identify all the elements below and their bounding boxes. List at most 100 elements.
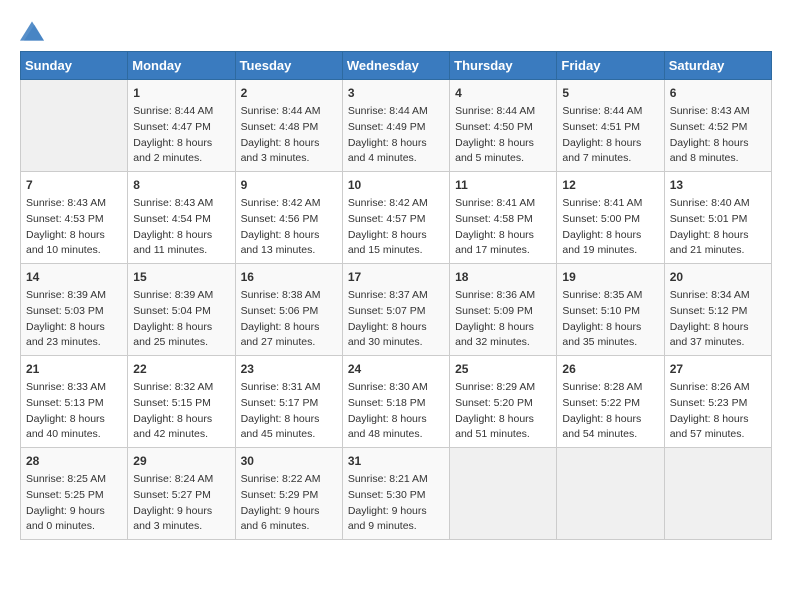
day-cell: 2 Sunrise: 8:44 AM Sunset: 4:48 PM Dayli… [235,80,342,172]
day-number: 12 [562,176,658,194]
day-info: Sunrise: 8:36 AM Sunset: 5:09 PM Dayligh… [455,288,551,351]
day-info: Sunrise: 8:37 AM Sunset: 5:07 PM Dayligh… [348,288,444,351]
day-info: Sunrise: 8:42 AM Sunset: 4:56 PM Dayligh… [241,196,337,259]
day-cell: 18 Sunrise: 8:36 AM Sunset: 5:09 PM Dayl… [450,264,557,356]
day-cell [21,80,128,172]
day-cell: 27 Sunrise: 8:26 AM Sunset: 5:23 PM Dayl… [664,356,771,448]
day-cell: 26 Sunrise: 8:28 AM Sunset: 5:22 PM Dayl… [557,356,664,448]
day-info: Sunrise: 8:42 AM Sunset: 4:57 PM Dayligh… [348,196,444,259]
day-cell: 28 Sunrise: 8:25 AM Sunset: 5:25 PM Dayl… [21,448,128,540]
week-row-4: 28 Sunrise: 8:25 AM Sunset: 5:25 PM Dayl… [21,448,772,540]
day-number: 21 [26,360,122,378]
day-number: 8 [133,176,229,194]
logo-icon [20,21,44,41]
day-cell: 24 Sunrise: 8:30 AM Sunset: 5:18 PM Dayl… [342,356,449,448]
week-row-3: 21 Sunrise: 8:33 AM Sunset: 5:13 PM Dayl… [21,356,772,448]
day-info: Sunrise: 8:44 AM Sunset: 4:49 PM Dayligh… [348,104,444,167]
day-info: Sunrise: 8:21 AM Sunset: 5:30 PM Dayligh… [348,472,444,535]
day-info: Sunrise: 8:25 AM Sunset: 5:25 PM Dayligh… [26,472,122,535]
day-number: 19 [562,268,658,286]
day-cell: 10 Sunrise: 8:42 AM Sunset: 4:57 PM Dayl… [342,172,449,264]
day-cell: 22 Sunrise: 8:32 AM Sunset: 5:15 PM Dayl… [128,356,235,448]
day-cell: 15 Sunrise: 8:39 AM Sunset: 5:04 PM Dayl… [128,264,235,356]
day-number: 7 [26,176,122,194]
day-info: Sunrise: 8:35 AM Sunset: 5:10 PM Dayligh… [562,288,658,351]
day-info: Sunrise: 8:31 AM Sunset: 5:17 PM Dayligh… [241,380,337,443]
day-cell: 12 Sunrise: 8:41 AM Sunset: 5:00 PM Dayl… [557,172,664,264]
day-info: Sunrise: 8:40 AM Sunset: 5:01 PM Dayligh… [670,196,766,259]
day-cell: 29 Sunrise: 8:24 AM Sunset: 5:27 PM Dayl… [128,448,235,540]
day-info: Sunrise: 8:43 AM Sunset: 4:54 PM Dayligh… [133,196,229,259]
day-number: 22 [133,360,229,378]
day-number: 4 [455,84,551,102]
day-cell: 16 Sunrise: 8:38 AM Sunset: 5:06 PM Dayl… [235,264,342,356]
week-row-1: 7 Sunrise: 8:43 AM Sunset: 4:53 PM Dayli… [21,172,772,264]
header-wednesday: Wednesday [342,52,449,80]
day-number: 3 [348,84,444,102]
day-info: Sunrise: 8:43 AM Sunset: 4:53 PM Dayligh… [26,196,122,259]
day-cell: 14 Sunrise: 8:39 AM Sunset: 5:03 PM Dayl… [21,264,128,356]
day-cell: 30 Sunrise: 8:22 AM Sunset: 5:29 PM Dayl… [235,448,342,540]
day-number: 20 [670,268,766,286]
day-cell: 4 Sunrise: 8:44 AM Sunset: 4:50 PM Dayli… [450,80,557,172]
header-friday: Friday [557,52,664,80]
calendar-table: SundayMondayTuesdayWednesdayThursdayFrid… [20,51,772,540]
day-info: Sunrise: 8:44 AM Sunset: 4:47 PM Dayligh… [133,104,229,167]
day-info: Sunrise: 8:24 AM Sunset: 5:27 PM Dayligh… [133,472,229,535]
day-info: Sunrise: 8:41 AM Sunset: 4:58 PM Dayligh… [455,196,551,259]
day-number: 16 [241,268,337,286]
day-number: 9 [241,176,337,194]
logo [20,20,48,41]
day-info: Sunrise: 8:44 AM Sunset: 4:50 PM Dayligh… [455,104,551,167]
day-number: 24 [348,360,444,378]
day-cell: 7 Sunrise: 8:43 AM Sunset: 4:53 PM Dayli… [21,172,128,264]
day-info: Sunrise: 8:33 AM Sunset: 5:13 PM Dayligh… [26,380,122,443]
day-number: 14 [26,268,122,286]
day-number: 30 [241,452,337,470]
day-cell: 9 Sunrise: 8:42 AM Sunset: 4:56 PM Dayli… [235,172,342,264]
day-cell: 5 Sunrise: 8:44 AM Sunset: 4:51 PM Dayli… [557,80,664,172]
day-number: 29 [133,452,229,470]
day-info: Sunrise: 8:28 AM Sunset: 5:22 PM Dayligh… [562,380,658,443]
day-number: 6 [670,84,766,102]
day-cell [664,448,771,540]
day-number: 5 [562,84,658,102]
day-cell: 11 Sunrise: 8:41 AM Sunset: 4:58 PM Dayl… [450,172,557,264]
day-cell: 6 Sunrise: 8:43 AM Sunset: 4:52 PM Dayli… [664,80,771,172]
day-cell [450,448,557,540]
day-cell: 31 Sunrise: 8:21 AM Sunset: 5:30 PM Dayl… [342,448,449,540]
day-info: Sunrise: 8:39 AM Sunset: 5:04 PM Dayligh… [133,288,229,351]
day-number: 15 [133,268,229,286]
day-info: Sunrise: 8:26 AM Sunset: 5:23 PM Dayligh… [670,380,766,443]
day-info: Sunrise: 8:30 AM Sunset: 5:18 PM Dayligh… [348,380,444,443]
header-sunday: Sunday [21,52,128,80]
day-info: Sunrise: 8:22 AM Sunset: 5:29 PM Dayligh… [241,472,337,535]
day-number: 25 [455,360,551,378]
day-info: Sunrise: 8:32 AM Sunset: 5:15 PM Dayligh… [133,380,229,443]
day-info: Sunrise: 8:44 AM Sunset: 4:48 PM Dayligh… [241,104,337,167]
week-row-2: 14 Sunrise: 8:39 AM Sunset: 5:03 PM Dayl… [21,264,772,356]
day-cell: 25 Sunrise: 8:29 AM Sunset: 5:20 PM Dayl… [450,356,557,448]
day-number: 23 [241,360,337,378]
header-tuesday: Tuesday [235,52,342,80]
day-number: 26 [562,360,658,378]
day-cell: 17 Sunrise: 8:37 AM Sunset: 5:07 PM Dayl… [342,264,449,356]
day-number: 11 [455,176,551,194]
day-info: Sunrise: 8:44 AM Sunset: 4:51 PM Dayligh… [562,104,658,167]
day-cell: 21 Sunrise: 8:33 AM Sunset: 5:13 PM Dayl… [21,356,128,448]
day-number: 18 [455,268,551,286]
day-number: 13 [670,176,766,194]
day-cell: 23 Sunrise: 8:31 AM Sunset: 5:17 PM Dayl… [235,356,342,448]
header [20,20,772,41]
header-monday: Monday [128,52,235,80]
header-saturday: Saturday [664,52,771,80]
day-info: Sunrise: 8:43 AM Sunset: 4:52 PM Dayligh… [670,104,766,167]
day-number: 10 [348,176,444,194]
day-cell: 20 Sunrise: 8:34 AM Sunset: 5:12 PM Dayl… [664,264,771,356]
day-number: 28 [26,452,122,470]
day-info: Sunrise: 8:39 AM Sunset: 5:03 PM Dayligh… [26,288,122,351]
day-cell [557,448,664,540]
day-cell: 13 Sunrise: 8:40 AM Sunset: 5:01 PM Dayl… [664,172,771,264]
day-info: Sunrise: 8:34 AM Sunset: 5:12 PM Dayligh… [670,288,766,351]
day-cell: 1 Sunrise: 8:44 AM Sunset: 4:47 PM Dayli… [128,80,235,172]
